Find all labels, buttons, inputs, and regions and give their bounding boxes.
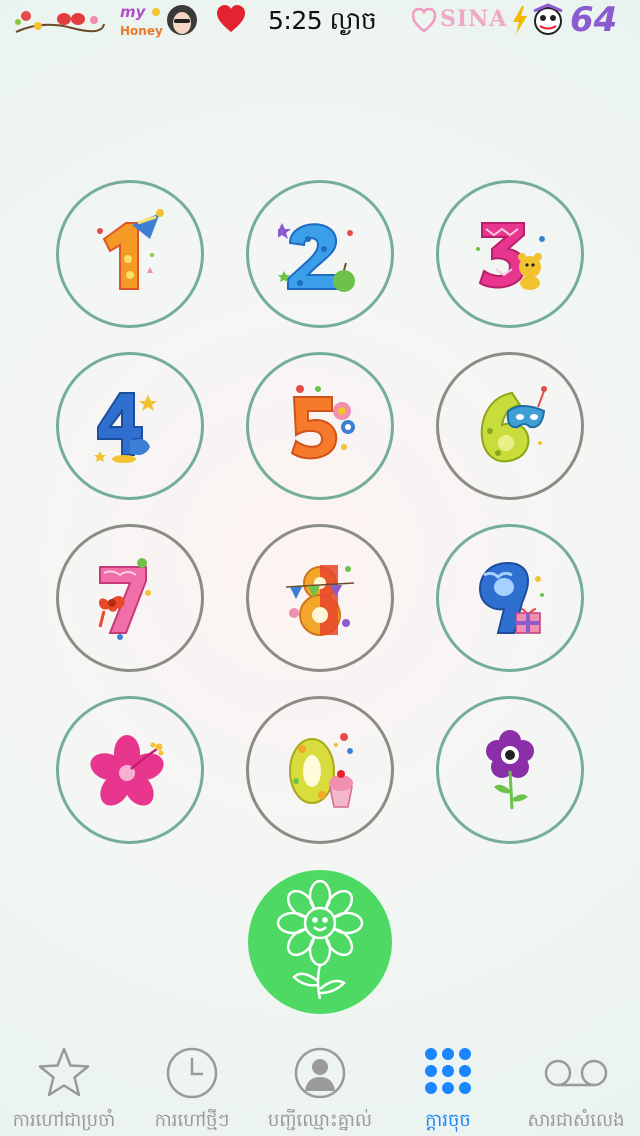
key-5[interactable] bbox=[246, 352, 394, 500]
key-7[interactable] bbox=[56, 524, 204, 672]
purple-flower-icon bbox=[470, 725, 550, 815]
number-3-teddy-bear-icon bbox=[468, 209, 552, 299]
number-9-gift-icon bbox=[468, 553, 552, 643]
contact-icon bbox=[293, 1040, 347, 1106]
smiling-flower-icon bbox=[272, 877, 368, 1007]
svg-text:my: my bbox=[120, 3, 147, 21]
birds-decoration-icon bbox=[12, 6, 108, 42]
tab-recents[interactable]: ការហៅថ្មីៗ bbox=[128, 1040, 256, 1136]
key-4[interactable] bbox=[56, 352, 204, 500]
charging-bolt-icon bbox=[512, 6, 528, 38]
key-2[interactable] bbox=[246, 180, 394, 328]
tab-contacts-label: បញ្ជីឈ្មោះគ្នាល់ bbox=[267, 1110, 373, 1131]
battery-level: 64 bbox=[570, 0, 618, 40]
tab-voicemail-label: សារជាសំលេង bbox=[527, 1110, 625, 1131]
number-0-cupcake-icon bbox=[278, 725, 362, 815]
tab-keypad[interactable]: ក្ដារចុច bbox=[384, 1040, 512, 1136]
svg-text:Honey: Honey bbox=[120, 24, 163, 38]
key-hash[interactable] bbox=[436, 696, 584, 844]
key-3[interactable] bbox=[436, 180, 584, 328]
status-bar: my Honey 5:25 ល្ងាច SINA 64 bbox=[0, 0, 640, 40]
voicemail-icon bbox=[543, 1040, 609, 1106]
number-6-mask-icon bbox=[468, 381, 552, 471]
number-1-party-hat-icon bbox=[90, 209, 170, 299]
number-8-bunting-icon bbox=[278, 553, 362, 643]
key-0[interactable] bbox=[246, 696, 394, 844]
tab-favorites-label: ការហៅជាប្រចាំ bbox=[12, 1110, 116, 1131]
tab-keypad-label: ក្ដារចុច bbox=[425, 1110, 471, 1131]
call-button[interactable] bbox=[248, 870, 392, 1014]
tab-favorites[interactable]: ការហៅជាប្រចាំ bbox=[0, 1040, 128, 1136]
tab-contacts[interactable]: បញ្ជីឈ្មោះគ្នាល់ bbox=[256, 1040, 384, 1136]
tab-recents-label: ការហៅថ្មីៗ bbox=[154, 1110, 230, 1131]
key-9[interactable] bbox=[436, 524, 584, 672]
key-8[interactable] bbox=[246, 524, 394, 672]
key-6[interactable] bbox=[436, 352, 584, 500]
heart-icon bbox=[216, 5, 246, 37]
tab-voicemail[interactable]: សារជាសំលេង bbox=[512, 1040, 640, 1136]
battery-character-icon bbox=[528, 3, 570, 41]
key-1[interactable] bbox=[56, 180, 204, 328]
number-2-apple-icon bbox=[278, 209, 362, 299]
number-7-bow-icon bbox=[90, 553, 170, 643]
tab-bar: ការហៅជាប្រចាំ ការហៅថ្មីៗ បញ្ជីឈ្មោះគ្នាល… bbox=[0, 1040, 640, 1136]
clock-icon bbox=[165, 1040, 219, 1106]
hibiscus-flower-icon bbox=[87, 727, 173, 813]
keypad-icon bbox=[421, 1040, 475, 1106]
status-time: 5:25 ល្ងាច bbox=[268, 6, 377, 35]
number-5-flowers-icon bbox=[278, 381, 362, 471]
carrier-label: SINA bbox=[440, 6, 508, 32]
my-honey-avatar-icon: my Honey bbox=[118, 2, 200, 42]
key-star[interactable] bbox=[56, 696, 204, 844]
star-icon bbox=[36, 1040, 92, 1106]
number-4-icon bbox=[90, 381, 170, 471]
